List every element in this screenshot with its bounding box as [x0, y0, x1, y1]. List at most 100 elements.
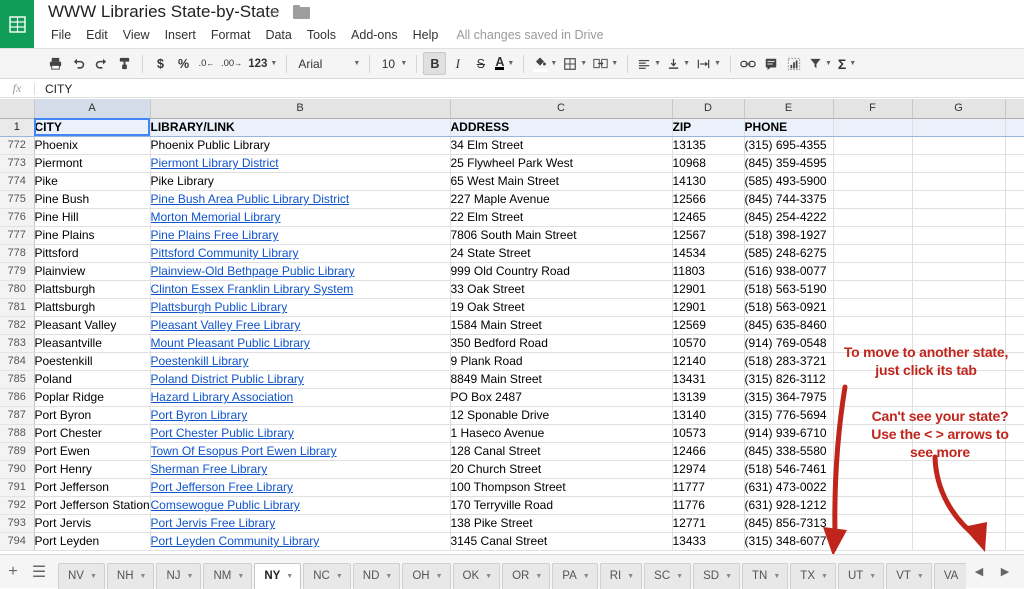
- sheet-tab-or[interactable]: OR▼: [502, 563, 550, 589]
- cell-address[interactable]: 65 West Main Street: [450, 172, 672, 190]
- cell-zip[interactable]: 13139: [672, 388, 744, 406]
- cell-library[interactable]: Pittsford Community Library: [150, 244, 450, 262]
- row-header[interactable]: 786: [0, 388, 34, 406]
- row-header[interactable]: 782: [0, 316, 34, 334]
- cell-h[interactable]: [1005, 334, 1024, 352]
- row-header[interactable]: 794: [0, 532, 34, 550]
- library-link[interactable]: Port Leyden Community Library: [151, 534, 320, 548]
- comment-icon[interactable]: [760, 52, 783, 75]
- cell-f[interactable]: [833, 388, 912, 406]
- sheet-tab-va[interactable]: VA▼: [934, 563, 966, 589]
- chevron-down-icon[interactable]: ▼: [773, 573, 780, 580]
- sheet-tab-ny[interactable]: NY▼: [254, 563, 301, 589]
- cell-city[interactable]: Port Jefferson: [34, 478, 150, 496]
- cell-phone[interactable]: (315) 695-4355: [744, 136, 833, 154]
- cell-phone[interactable]: (845) 635-8460: [744, 316, 833, 334]
- cell-library[interactable]: Comsewogue Public Library: [150, 496, 450, 514]
- cell-phone[interactable]: (631) 473-0022: [744, 478, 833, 496]
- cell-address[interactable]: 100 Thompson Street: [450, 478, 672, 496]
- cell-city[interactable]: Poland: [34, 370, 150, 388]
- cell-g[interactable]: [912, 226, 1005, 244]
- row-header[interactable]: 792: [0, 496, 34, 514]
- library-link[interactable]: Plattsburgh Public Library: [151, 300, 288, 314]
- borders-icon[interactable]: ▼: [560, 52, 590, 75]
- cell-address[interactable]: PO Box 2487: [450, 388, 672, 406]
- cell-library[interactable]: Pine Bush Area Public Library District: [150, 190, 450, 208]
- cell-f[interactable]: [833, 514, 912, 532]
- cell-city[interactable]: Pine Plains: [34, 226, 150, 244]
- folder-icon[interactable]: [293, 5, 310, 19]
- chevron-down-icon[interactable]: ▼: [821, 573, 828, 580]
- library-link[interactable]: Comsewogue Public Library: [151, 498, 300, 512]
- cell-g[interactable]: [912, 316, 1005, 334]
- cell-h[interactable]: [1005, 298, 1024, 316]
- document-title[interactable]: WWW Libraries State-by-State: [48, 2, 279, 22]
- chevron-down-icon[interactable]: ▼: [286, 573, 293, 580]
- cell-f[interactable]: [833, 226, 912, 244]
- sheet-tab-ri[interactable]: RI▼: [600, 563, 642, 589]
- chevron-down-icon[interactable]: ▼: [869, 573, 876, 580]
- cell-city[interactable]: Port Byron: [34, 406, 150, 424]
- cell-zip[interactable]: 12901: [672, 280, 744, 298]
- cell-h[interactable]: [1005, 388, 1024, 406]
- print-icon[interactable]: [44, 52, 67, 75]
- chevron-down-icon[interactable]: ▼: [627, 573, 634, 580]
- sheet-tab-tx[interactable]: TX▼: [790, 563, 836, 589]
- row-header[interactable]: 787: [0, 406, 34, 424]
- cell-address[interactable]: 350 Bedford Road: [450, 334, 672, 352]
- cell-zip[interactable]: 10570: [672, 334, 744, 352]
- row-header[interactable]: 791: [0, 478, 34, 496]
- cell-phone[interactable]: (845) 254-4222: [744, 208, 833, 226]
- cell-zip[interactable]: 12901: [672, 298, 744, 316]
- cell-phone[interactable]: (845) 359-4595: [744, 154, 833, 172]
- cell-h[interactable]: [1005, 460, 1024, 478]
- library-link[interactable]: Hazard Library Association: [151, 390, 294, 404]
- cell-phone[interactable]: (845) 338-5580: [744, 442, 833, 460]
- undo-icon[interactable]: [67, 52, 90, 75]
- cell-city[interactable]: Port Jefferson Station: [34, 496, 150, 514]
- menu-tools[interactable]: Tools: [300, 26, 343, 44]
- cell-address[interactable]: 170 Terryville Road: [450, 496, 672, 514]
- cell-f[interactable]: [833, 406, 912, 424]
- cell-f[interactable]: [833, 190, 912, 208]
- row-header-1[interactable]: 1: [0, 118, 34, 136]
- cell-library[interactable]: Clinton Essex Franklin Library System: [150, 280, 450, 298]
- cell-zip[interactable]: 11776: [672, 496, 744, 514]
- cell-f[interactable]: [833, 496, 912, 514]
- cell-address[interactable]: 999 Old Country Road: [450, 262, 672, 280]
- cell-address[interactable]: 25 Flywheel Park West: [450, 154, 672, 172]
- sheet-tab-sd[interactable]: SD▼: [693, 563, 740, 589]
- sheets-icon[interactable]: [0, 0, 34, 48]
- cell-library[interactable]: Port Jervis Free Library: [150, 514, 450, 532]
- cell-library[interactable]: Phoenix Public Library: [150, 136, 450, 154]
- cell-library[interactable]: Morton Memorial Library: [150, 208, 450, 226]
- library-link[interactable]: Pine Plains Free Library: [151, 228, 279, 242]
- library-link[interactable]: Pine Bush Area Public Library District: [151, 192, 350, 206]
- cell-g[interactable]: [912, 406, 1005, 424]
- cell-city[interactable]: Phoenix: [34, 136, 150, 154]
- cell-address[interactable]: 19 Oak Street: [450, 298, 672, 316]
- chevron-down-icon[interactable]: ▼: [436, 573, 443, 580]
- cell-zip[interactable]: 12771: [672, 514, 744, 532]
- cell-city[interactable]: Port Jervis: [34, 514, 150, 532]
- cell-g[interactable]: [912, 370, 1005, 388]
- library-link[interactable]: Poestenkill Library: [151, 354, 249, 368]
- row-header[interactable]: 783: [0, 334, 34, 352]
- cell-h[interactable]: [1005, 136, 1024, 154]
- cell-zip[interactable]: 10573: [672, 424, 744, 442]
- cell-h[interactable]: [1005, 172, 1024, 190]
- cell-library[interactable]: Port Byron Library: [150, 406, 450, 424]
- cell-address[interactable]: 7806 South Main Street: [450, 226, 672, 244]
- menu-file[interactable]: File: [44, 26, 78, 44]
- cell-library[interactable]: Port Chester Public Library: [150, 424, 450, 442]
- sheet-tab-nc[interactable]: NC▼: [303, 563, 351, 589]
- cell-address[interactable]: 9 Plank Road: [450, 352, 672, 370]
- cell-address[interactable]: 22 Elm Street: [450, 208, 672, 226]
- cell-f[interactable]: [833, 424, 912, 442]
- fill-color-icon[interactable]: ▼: [530, 52, 560, 75]
- cell-address[interactable]: 138 Pike Street: [450, 514, 672, 532]
- cell-zip[interactable]: 12465: [672, 208, 744, 226]
- cell-address[interactable]: 128 Canal Street: [450, 442, 672, 460]
- cell-h[interactable]: [1005, 190, 1024, 208]
- sheet-tab-nh[interactable]: NH▼: [107, 563, 155, 589]
